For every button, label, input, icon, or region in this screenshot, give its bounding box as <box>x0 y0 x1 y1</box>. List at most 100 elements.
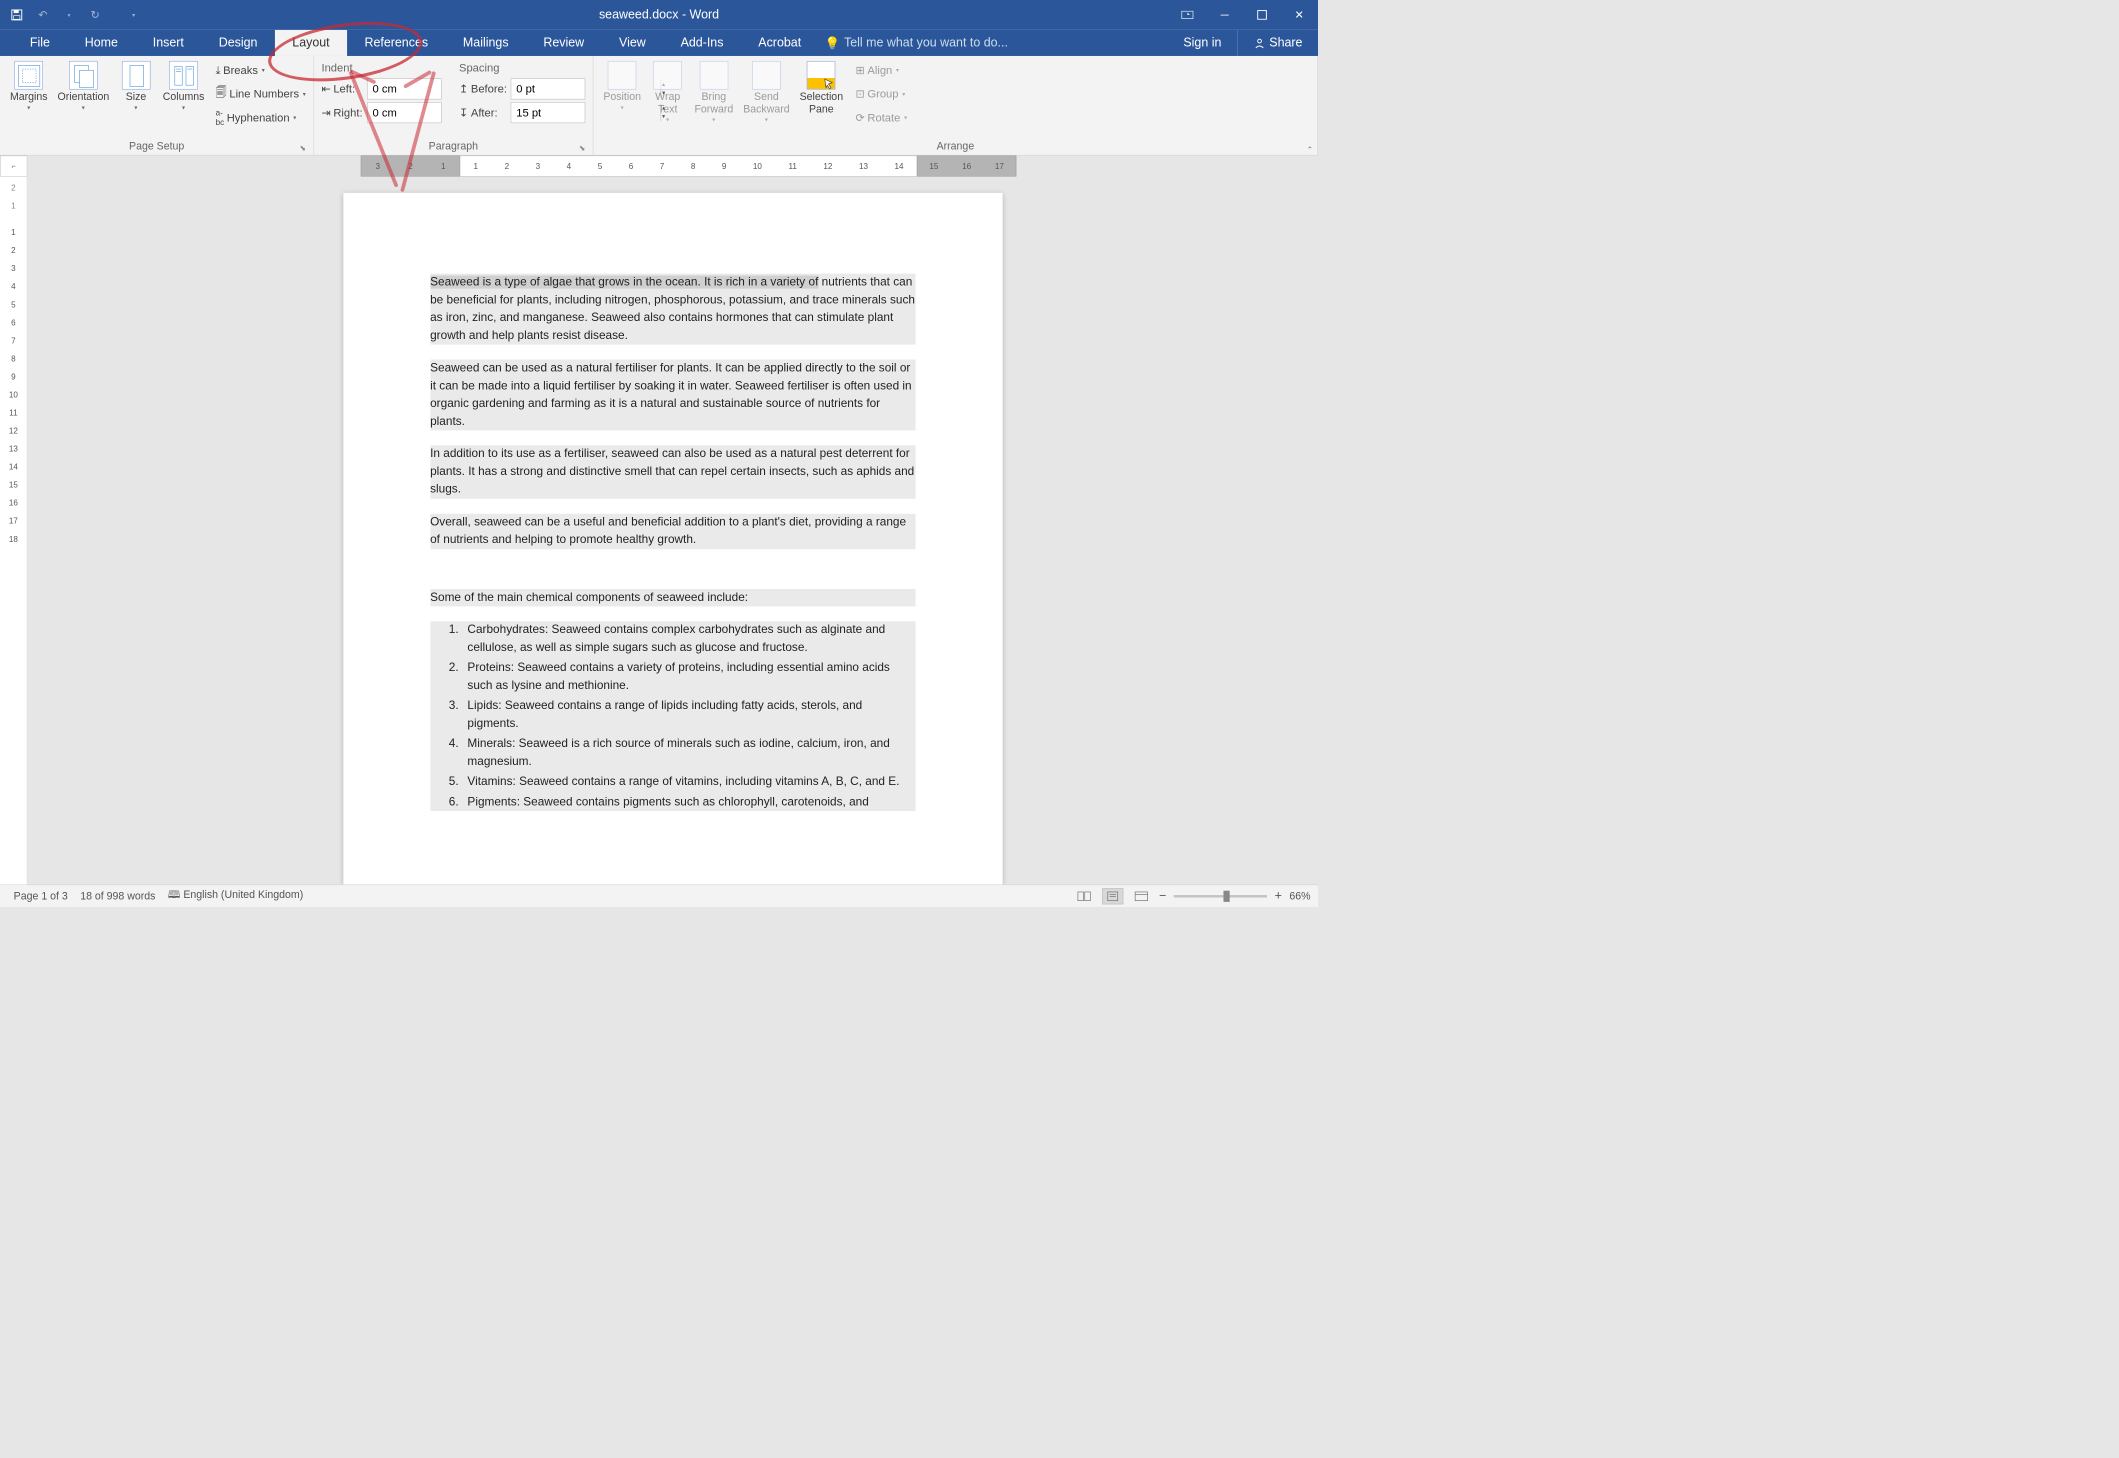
tab-layout[interactable]: Layout <box>275 30 347 56</box>
signin-button[interactable]: Sign in <box>1168 30 1237 56</box>
group-label-arrange: Arrange <box>937 140 975 152</box>
indent-left-input[interactable]: ▲▼ <box>367 78 442 99</box>
columns-button[interactable]: Columns▾ <box>158 58 210 113</box>
redo-icon[interactable]: ↻ <box>88 7 103 22</box>
status-language[interactable]: 🕮 English (United Kingdom) <box>162 887 310 905</box>
indent-right-icon: ⇥ <box>321 106 330 119</box>
wrap-text-icon <box>653 61 682 90</box>
group-arrange: Position▾ Wrap Text▾ Bring Forward▾ Send… <box>593 56 1318 155</box>
status-words[interactable]: 18 of 998 words <box>74 890 162 902</box>
size-button[interactable]: Size▾ <box>114 58 158 113</box>
group-button: ⊡Group▾ <box>853 82 910 106</box>
paragraph[interactable]: Overall, seaweed can be a useful and ben… <box>430 513 915 548</box>
horizontal-ruler[interactable]: 3 2 1 1234567891011121314 15 16 17 <box>27 156 1318 177</box>
list-item[interactable]: 4.Minerals: Seaweed is a rich source of … <box>449 735 915 770</box>
breaks-icon: ⤓ <box>216 64 221 77</box>
selection-pane-button[interactable]: Selection Pane <box>795 58 848 117</box>
margins-button[interactable]: Margins▾ <box>5 58 53 113</box>
list-item[interactable]: 1.Carbohydrates: Seaweed contains comple… <box>449 621 915 656</box>
document-area[interactable]: Seaweed is a type of algae that grows in… <box>27 177 1318 885</box>
paragraph[interactable]: Seaweed can be used as a natural fertili… <box>430 360 915 431</box>
group-page-setup: Margins▾ Orientation▾ Size▾ Columns▾ ⤓Br… <box>0 56 314 155</box>
zoom-in-button[interactable]: + <box>1275 889 1282 903</box>
read-mode-button[interactable] <box>1073 888 1094 904</box>
group-paragraph: Indent ⇤ Left: ▲▼ ⇥ Right: ▲▼ Spacing ↥ … <box>314 56 593 155</box>
collapse-ribbon-icon[interactable]: ⌃ <box>1307 145 1313 154</box>
qat-customize-icon[interactable]: ▾ <box>126 7 141 22</box>
send-backward-icon <box>752 61 781 90</box>
group-label-paragraph: Paragraph <box>429 140 478 152</box>
ribbon-display-icon[interactable] <box>1169 0 1206 30</box>
tell-me-search[interactable]: 💡 Tell me what you want to do... <box>819 30 1168 56</box>
tab-acrobat[interactable]: Acrobat <box>741 30 819 56</box>
position-button: Position▾ <box>598 58 646 113</box>
dialog-launcher-icon[interactable]: ⬊ <box>300 144 306 153</box>
hyphenation-button[interactable]: a-bcHyphenation▾ <box>213 106 308 130</box>
ribbon-tabs: File Home Insert Design Layout Reference… <box>0 30 1318 56</box>
margins-icon <box>14 61 43 90</box>
save-icon[interactable] <box>9 7 24 22</box>
selected-text[interactable]: Seaweed is a type of algae that grows in… <box>430 276 818 289</box>
list-heading[interactable]: Some of the main chemical components of … <box>430 589 915 607</box>
align-button: ⊞Align▾ <box>853 58 910 82</box>
window-title: seaweed.docx - Word <box>599 8 719 22</box>
spacing-before-input[interactable]: ▲▼ <box>511 78 586 99</box>
tab-home[interactable]: Home <box>67 30 135 56</box>
indent-right-input[interactable]: ▲▼ <box>367 102 442 123</box>
list-item[interactable]: 6.Pigments: Seaweed contains pigments su… <box>449 793 915 811</box>
rotate-icon: ⟳ <box>856 111 865 124</box>
line-numbers-button[interactable]: 🗐Line Numbers▾ <box>213 82 308 106</box>
document-page[interactable]: Seaweed is a type of algae that grows in… <box>343 193 1002 885</box>
share-button[interactable]: Share <box>1237 30 1318 56</box>
tab-view[interactable]: View <box>602 30 664 56</box>
spacing-after-input[interactable]: ▲▼ <box>511 102 586 123</box>
orientation-button[interactable]: Orientation▾ <box>53 58 115 113</box>
indent-left-row: ⇤ Left: ▲▼ <box>319 77 444 101</box>
share-icon <box>1253 37 1265 49</box>
vertical-ruler[interactable]: 2 1 123456789101112131415161718 <box>0 177 27 885</box>
columns-icon <box>169 61 198 90</box>
tab-design[interactable]: Design <box>201 30 275 56</box>
paragraph[interactable]: In addition to its use as a fertiliser, … <box>430 445 915 498</box>
list-item[interactable]: 5.Vitamins: Seaweed contains a range of … <box>449 773 915 791</box>
size-icon <box>122 61 151 90</box>
tab-review[interactable]: Review <box>526 30 602 56</box>
minimize-button[interactable]: ─ <box>1206 0 1243 30</box>
tab-references[interactable]: References <box>347 30 445 56</box>
tab-file[interactable]: File <box>12 30 67 56</box>
maximize-button[interactable] <box>1243 0 1280 30</box>
bring-forward-icon <box>700 61 729 90</box>
print-layout-button[interactable] <box>1102 888 1123 904</box>
rotate-button: ⟳Rotate▾ <box>853 106 910 130</box>
spacing-after-label: After: <box>471 106 508 119</box>
group-label-page-setup: Page Setup <box>129 140 184 152</box>
line-numbers-icon: 🗐 <box>216 85 227 104</box>
zoom-slider[interactable] <box>1174 895 1267 897</box>
indent-left-icon: ⇤ <box>321 82 330 95</box>
zoom-level[interactable]: 66% <box>1289 890 1310 902</box>
selection-pane-icon <box>807 61 836 90</box>
dialog-launcher-icon[interactable]: ⬊ <box>579 144 585 153</box>
web-layout-button[interactable] <box>1131 888 1152 904</box>
list-item[interactable]: 2.Proteins: Seaweed contains a variety o… <box>449 659 915 694</box>
book-icon: 🕮 <box>168 889 180 901</box>
status-bar: Page 1 of 3 18 of 998 words 🕮 English (U… <box>0 884 1318 906</box>
close-button[interactable]: ✕ <box>1281 0 1318 30</box>
title-bar: ↶ ▾ ↻ ▾ seaweed.docx - Word ─ ✕ <box>0 0 1318 30</box>
undo-icon[interactable]: ↶ <box>35 7 50 22</box>
position-icon <box>608 61 637 90</box>
status-page[interactable]: Page 1 of 3 <box>7 890 74 902</box>
list-item[interactable]: 3.Lipids: Seaweed contains a range of li… <box>449 697 915 732</box>
send-backward-button: Send Backward▾ <box>738 58 794 125</box>
undo-dropdown-icon[interactable]: ▾ <box>62 7 77 22</box>
tab-mailings[interactable]: Mailings <box>445 30 525 56</box>
breaks-button[interactable]: ⤓Breaks▾ <box>213 58 308 82</box>
tab-addins[interactable]: Add-Ins <box>663 30 741 56</box>
tab-selector[interactable]: ⌐ <box>0 156 27 177</box>
tab-insert[interactable]: Insert <box>135 30 201 56</box>
paragraph[interactable]: Seaweed is a type of algae that grows in… <box>430 274 915 345</box>
numbered-list[interactable]: 1.Carbohydrates: Seaweed contains comple… <box>430 621 915 811</box>
tell-me-placeholder: Tell me what you want to do... <box>844 36 1008 50</box>
spacing-after-icon: ↧ <box>459 106 468 119</box>
zoom-out-button[interactable]: − <box>1159 889 1166 903</box>
